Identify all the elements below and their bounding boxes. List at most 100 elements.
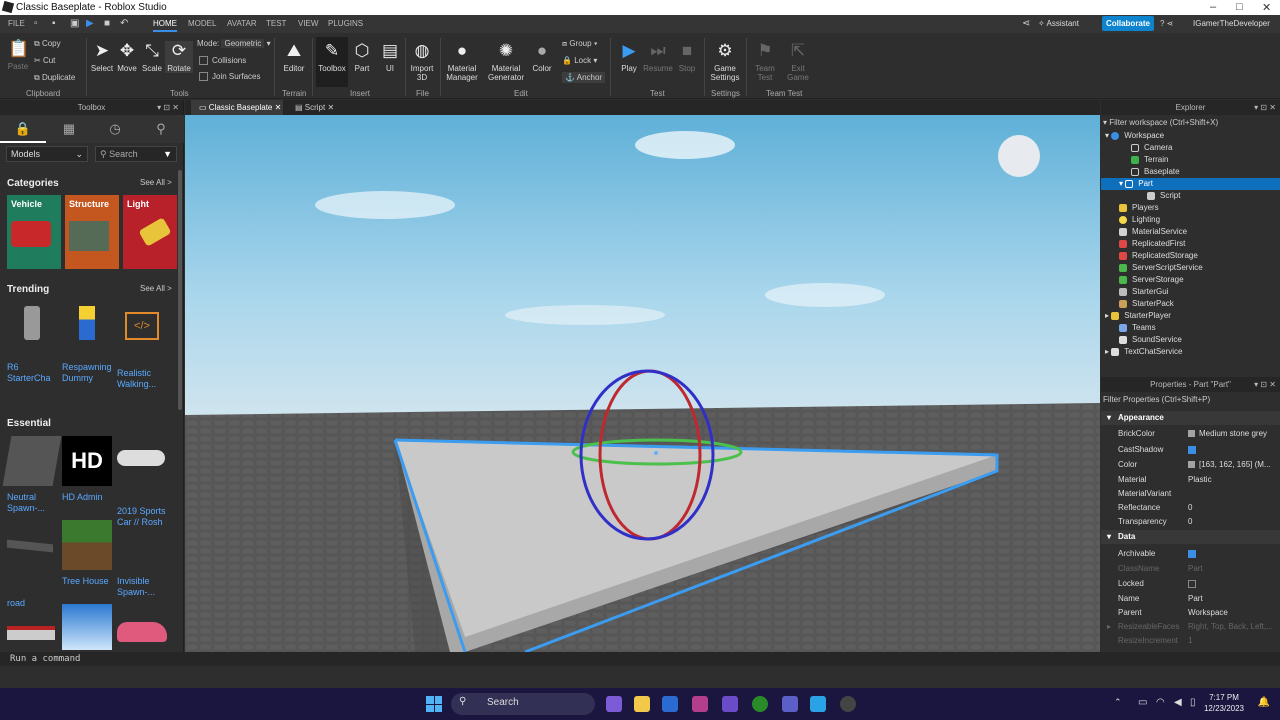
file-menu[interactable]: FILE: [8, 19, 25, 28]
tab-creations-icon[interactable]: ⚲: [138, 121, 184, 137]
help-icon[interactable]: ? ⋖: [1160, 19, 1173, 28]
tab-avatar[interactable]: AVATAR: [227, 19, 257, 28]
castshadow-checkbox[interactable]: [1188, 445, 1196, 454]
user-name[interactable]: IGamerTheDeveloper: [1193, 19, 1270, 28]
terrain-editor-button[interactable]: ⛰ Editor: [280, 41, 308, 73]
tab-plugins[interactable]: PLUGINS: [328, 19, 363, 28]
volume-icon[interactable]: ◀: [1174, 697, 1182, 708]
pink-car-thumbnail[interactable]: [117, 622, 167, 642]
tray-chevron-up-icon[interactable]: ⌃: [1114, 697, 1122, 708]
tree-item-camera[interactable]: Camera: [1101, 142, 1280, 154]
tree-item-serverscriptservice[interactable]: ServerScriptService: [1101, 262, 1280, 274]
close-icon[interactable]: ✕: [1262, 1, 1271, 14]
explorer-filter-input[interactable]: ▾ Filter workspace (Ctrl+Shift+X): [1103, 118, 1218, 127]
part-button[interactable]: ⬡ Part: [350, 41, 374, 73]
duplicate-button[interactable]: ⧉ Duplicate: [34, 73, 75, 83]
play-quick-icon[interactable]: ▶: [86, 18, 96, 29]
tab-test[interactable]: TEST: [266, 19, 286, 28]
anchor-button[interactable]: ⚓ Anchor: [562, 72, 606, 83]
taskbar-search-box[interactable]: ⚲ Search: [451, 693, 595, 715]
collisions-toggle[interactable]: Collisions: [199, 56, 246, 66]
essential-item[interactable]: Neutral Spawn-...: [2, 436, 62, 514]
property-row[interactable]: Color [163, 162, 165] (M...: [1101, 458, 1280, 472]
scale-button[interactable]: ⤡ Scale: [140, 41, 164, 73]
stop-quick-icon[interactable]: ■: [104, 18, 114, 29]
tree-item-script[interactable]: Script: [1101, 190, 1280, 202]
property-row[interactable]: Material Plastic: [1101, 473, 1280, 487]
team-test-button[interactable]: ⚑ Team Test: [752, 41, 778, 82]
essential-item[interactable]: 2019 Sports Car // Rosh: [117, 436, 169, 528]
tab-script[interactable]: ▤ Script ✕: [287, 100, 341, 115]
material-generator-button[interactable]: ✺ Material Generator: [485, 41, 527, 82]
wifi-icon[interactable]: ◠: [1156, 697, 1165, 708]
tree-item-replicatedstorage[interactable]: ReplicatedStorage: [1101, 250, 1280, 262]
tab-recent-icon[interactable]: ◷: [92, 121, 138, 137]
property-row[interactable]: Archivable: [1101, 547, 1280, 561]
panel-close-icon[interactable]: ▾ ⊡ ✕: [1254, 100, 1276, 115]
tree-item-baseplate[interactable]: Baseplate: [1101, 166, 1280, 178]
tree-item-soundservice[interactable]: SoundService: [1101, 334, 1280, 346]
tree-item-workspace[interactable]: ▾ Workspace: [1101, 130, 1280, 142]
tree-item-starterpack[interactable]: StarterPack: [1101, 298, 1280, 310]
category-dropdown[interactable]: Models ⌄: [6, 146, 88, 162]
join-surfaces-toggle[interactable]: Join Surfaces: [199, 72, 260, 82]
locked-checkbox[interactable]: [1188, 579, 1196, 588]
copilot-icon[interactable]: [606, 696, 622, 712]
property-row[interactable]: Reflectance 0: [1101, 501, 1280, 515]
trending-item[interactable]: R6 StarterCha: [7, 302, 59, 384]
tree-item-part[interactable]: ▾ Part: [1101, 178, 1280, 190]
tree-item-serverstorage[interactable]: ServerStorage: [1101, 274, 1280, 286]
appearance-section[interactable]: ▾ Appearance: [1101, 411, 1280, 425]
essential-item[interactable]: Tree House: [62, 520, 114, 587]
select-button[interactable]: ➤ Select: [90, 41, 114, 73]
categories-see-all-link[interactable]: See All >: [140, 178, 172, 187]
docs-icon[interactable]: [662, 696, 678, 712]
property-row[interactable]: Parent Workspace: [1101, 606, 1280, 620]
share-icon[interactable]: ⋖: [1022, 18, 1032, 29]
property-row[interactable]: CastShadow: [1101, 443, 1280, 457]
instagram-icon[interactable]: [692, 696, 708, 712]
teams-app-icon[interactable]: [782, 696, 798, 712]
close-icon[interactable]: ✕: [275, 103, 282, 112]
essential-item[interactable]: HD HD Admin: [62, 436, 114, 503]
tab-view[interactable]: VIEW: [298, 19, 318, 28]
notification-icon[interactable]: 🔔: [1258, 697, 1270, 708]
toolbox-scrollbar[interactable]: [178, 170, 182, 410]
category-vehicle[interactable]: Vehicle: [7, 195, 61, 269]
roblox-studio-app-icon[interactable]: [810, 696, 826, 712]
sky-thumbnail[interactable]: [62, 604, 112, 650]
play-button[interactable]: ▶ Play: [616, 41, 642, 73]
tab-model[interactable]: MODEL: [188, 19, 216, 28]
undo-icon[interactable]: ↶: [120, 18, 130, 29]
tab-inventory-icon[interactable]: 🔒: [0, 121, 46, 143]
import-3d-button[interactable]: ◍ Import 3D: [407, 41, 437, 82]
essential-item-thumbnail[interactable]: [7, 604, 59, 650]
battery-icon[interactable]: ▭: [1138, 697, 1147, 708]
toolbox-button[interactable]: ✎ Toolbox: [316, 37, 348, 87]
essential-item[interactable]: Invisible Spawn-...: [117, 520, 169, 598]
paste-button[interactable]: 📋 Paste: [4, 39, 32, 71]
command-bar-input[interactable]: Run a command: [0, 652, 1280, 666]
move-button[interactable]: ✥ Move: [115, 41, 139, 73]
property-row[interactable]: ▸ ResizeableFaces Right, Top, Back, Left,.…: [1101, 620, 1280, 634]
save-icon[interactable]: ▣: [70, 18, 80, 29]
tree-item-materialservice[interactable]: MaterialService: [1101, 226, 1280, 238]
property-row[interactable]: MaterialVariant: [1101, 487, 1280, 501]
material-manager-button[interactable]: ● Material Manager: [443, 41, 481, 82]
essential-item[interactable]: road: [7, 520, 59, 609]
ui-button[interactable]: ▤ UI: [378, 41, 402, 73]
tree-item-teams[interactable]: Teams: [1101, 322, 1280, 334]
rotate-button[interactable]: ⟳ Rotate: [165, 41, 193, 73]
lock-button[interactable]: 🔒 Lock ▾: [562, 56, 597, 65]
property-row[interactable]: Locked: [1101, 577, 1280, 591]
open-file-icon[interactable]: ▪: [52, 18, 62, 29]
property-row[interactable]: Transparency 0: [1101, 515, 1280, 529]
resume-button[interactable]: ⏭ Resume: [643, 41, 673, 73]
collaborate-button[interactable]: Collaborate: [1102, 16, 1154, 31]
archivable-checkbox[interactable]: [1188, 549, 1196, 558]
close-icon[interactable]: ✕: [327, 103, 334, 112]
mode-dropdown[interactable]: Mode: Geometric ▾: [197, 39, 271, 48]
stop-button[interactable]: ■ Stop: [675, 41, 699, 73]
exit-game-button[interactable]: ⇱ Exit Game: [784, 41, 812, 82]
category-light[interactable]: Light: [123, 195, 177, 269]
